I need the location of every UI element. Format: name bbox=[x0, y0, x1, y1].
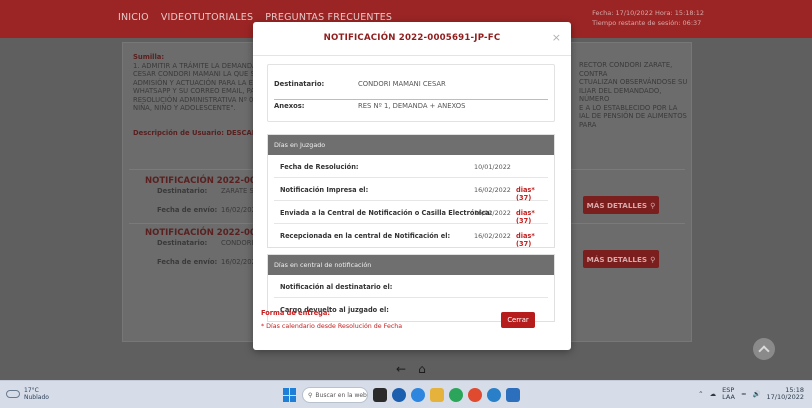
fecha-envio-label: Fecha de envío: bbox=[157, 258, 218, 266]
weather-temp: 17°C bbox=[24, 387, 39, 394]
sumilla-line: CESAR CONDORI MAMANI LA QUE SE TR bbox=[133, 70, 271, 78]
sumilla-right-line: ILIAR DEL DEMANDADO, NÚMERO bbox=[579, 86, 662, 104]
back-arrow-icon[interactable]: ← bbox=[396, 362, 406, 376]
app-icon[interactable] bbox=[487, 388, 501, 402]
row-date: 16/02/2022 bbox=[474, 209, 511, 217]
sumilla-label: Sumilla: bbox=[133, 53, 165, 61]
forma-entrega-label: Forma de entrega: bbox=[261, 309, 330, 317]
destinatario-label: Destinatario: bbox=[157, 239, 208, 247]
sumilla-right-line: IAL DE PENSIÓN DE ALIMENTOS PARA bbox=[579, 112, 687, 129]
nav-videotutoriales[interactable]: VIDEOTUTORIALES bbox=[161, 12, 253, 23]
mail-icon[interactable] bbox=[506, 388, 520, 402]
taskbar-search[interactable]: ⚲ Buscar en la web bbox=[302, 387, 368, 403]
row-dias: dias*(37) bbox=[516, 186, 535, 202]
wifi-icon[interactable]: ≈ bbox=[741, 390, 746, 398]
notificacion-destinatario-row: Notificación al destinatario el: bbox=[274, 275, 548, 298]
row-date: 16/02/2022 bbox=[474, 186, 511, 194]
notification-modal: NOTIFICACIÓN 2022-0005691-JP-FC × Destin… bbox=[253, 22, 571, 350]
anexos-row: Anexos: RES Nº 1, DEMANDA + ANEXOS bbox=[274, 102, 548, 121]
mas-detalles-label: MÁS DETALLES bbox=[586, 254, 648, 264]
task-view-icon[interactable] bbox=[373, 388, 387, 402]
section-header: Días en Juzgado bbox=[268, 135, 554, 155]
windows-taskbar: 17°C Nublado ⚲ Buscar en la web ⌃ ☁ ESP … bbox=[0, 380, 812, 408]
sumilla-right-line: RECTOR CONDORI ZARATE, CONTRA bbox=[579, 61, 673, 78]
sumilla-line: ADMISIÓN Y ACTUACIÓN PARA LA ETAP bbox=[133, 78, 266, 87]
cloud-icon bbox=[6, 390, 20, 398]
anexos-value: RES Nº 1, DEMANDA + ANEXOS bbox=[358, 102, 466, 110]
chrome-icon[interactable] bbox=[468, 388, 482, 402]
fecha-envio-label: Fecha de envío: bbox=[157, 206, 218, 214]
chevron-up-icon[interactable]: ⌃ bbox=[698, 390, 703, 398]
sumilla-line: 1. ADMITIR A TRÁMITE LA DEMANDA DE bbox=[133, 61, 269, 70]
mas-detalles-label: MÁS DETALLES bbox=[586, 200, 648, 210]
modal-title: NOTIFICACIÓN 2022-0005691-JP-FC bbox=[323, 33, 501, 43]
row-dias: dias*(37) bbox=[516, 232, 535, 248]
mas-detalles-button[interactable]: MÁS DETALLES ⚲ bbox=[583, 250, 659, 268]
cortana-icon[interactable] bbox=[392, 388, 406, 402]
search-icon: ⚲ bbox=[308, 391, 313, 399]
sumilla-line: RESOLUCIÓN ADMINISTRATIVA Nº 0001 bbox=[133, 95, 267, 104]
system-tray: ⌃ ☁ ESP LAA ≈ 🔊 15:18 17/10/2022 bbox=[698, 387, 804, 401]
volume-icon[interactable]: 🔊 bbox=[752, 390, 760, 398]
close-icon[interactable]: × bbox=[552, 31, 561, 44]
session-remaining: Tiempo restante de sesión: 06:37 bbox=[592, 19, 702, 27]
mas-detalles-button[interactable]: MÁS DETALLES ⚲ bbox=[583, 196, 659, 214]
home-icon[interactable]: ⌂ bbox=[418, 362, 426, 376]
row-date: 10/01/2022 bbox=[474, 163, 511, 171]
clock-date: 17/10/2022 bbox=[766, 393, 804, 401]
sumilla-line: WHATSAPP Y SU CORREO EMAIL, PARA E bbox=[133, 87, 271, 95]
app-icon[interactable] bbox=[449, 388, 463, 402]
scroll-top-button[interactable] bbox=[753, 338, 775, 360]
sumilla-right-line: E A LO ESTABLECIDO POR LA bbox=[579, 103, 678, 112]
session-info: Fecha: 17/10/2022 Hora: 15:18:12 Tiempo … bbox=[592, 8, 704, 28]
row-label: Notificación Impresa el: bbox=[280, 186, 369, 194]
recipient-info-box: Destinatario: CONDORI MAMANI CESAR Anexo… bbox=[267, 64, 555, 122]
search-icon: ⚲ bbox=[650, 200, 656, 210]
weather-desc: Nublado bbox=[24, 394, 49, 401]
row-label: Fecha de Resolución: bbox=[280, 163, 359, 171]
taskbar-search-text: Buscar en la web bbox=[315, 391, 367, 399]
bottom-nav: ← ⌂ bbox=[396, 362, 426, 376]
edge-icon[interactable] bbox=[411, 388, 425, 402]
notificacion-impresa-row: Notificación Impresa el: 16/02/2022 dias… bbox=[274, 178, 548, 202]
taskbar-apps: ⚲ Buscar en la web bbox=[283, 387, 520, 403]
enviada-central-row: Enviada a la Central de Notificación o C… bbox=[274, 201, 548, 225]
modal-header: NOTIFICACIÓN 2022-0005691-JP-FC × bbox=[253, 22, 571, 56]
section-header: Días en central de notificación bbox=[268, 255, 554, 275]
row-date: 16/02/2022 bbox=[474, 232, 511, 240]
fecha-resolucion-row: Fecha de Resolución: 10/01/2022 bbox=[274, 155, 548, 178]
divider bbox=[274, 99, 548, 100]
recepcionada-central-row: Recepcionada en la central de Notificaci… bbox=[274, 224, 548, 248]
search-icon: ⚲ bbox=[650, 254, 656, 264]
sumilla-right-line: CTUALIZAN OBSERVÁNDOSE SU bbox=[579, 78, 688, 86]
cerrar-button[interactable]: Cerrar bbox=[501, 312, 535, 328]
destinatario-label: Destinatario: bbox=[274, 80, 325, 88]
row-label: Notificación al destinatario el: bbox=[280, 283, 393, 291]
nav-inicio[interactable]: INICIO bbox=[118, 12, 149, 23]
language-variant: LAA bbox=[722, 393, 735, 401]
sumilla-line: NIÑA, NIÑO Y ADOLESCENTE". bbox=[133, 104, 236, 112]
destinatario-label: Destinatario: bbox=[157, 187, 208, 195]
dias-juzgado-section: Días en Juzgado Fecha de Resolución: 10/… bbox=[267, 134, 555, 248]
weather-widget[interactable]: 17°C Nublado bbox=[6, 387, 49, 401]
file-explorer-icon[interactable] bbox=[430, 388, 444, 402]
dias-calendario-note: * Días calendario desde Resolución de Fe… bbox=[261, 323, 403, 330]
row-label: Enviada a la Central de Notificación o C… bbox=[280, 209, 493, 217]
destinatario-value: CONDORI MAMANI CESAR bbox=[358, 80, 446, 88]
row-label: Recepcionada en la central de Notificaci… bbox=[280, 232, 451, 240]
cloud-sync-icon[interactable]: ☁ bbox=[710, 390, 717, 398]
row-dias: dias*(37) bbox=[516, 209, 535, 225]
session-date: Fecha: 17/10/2022 Hora: 15:18:12 bbox=[592, 9, 704, 17]
anexos-label: Anexos: bbox=[274, 102, 305, 110]
destinatario-row: Destinatario: CONDORI MAMANI CESAR bbox=[274, 75, 548, 93]
windows-start-icon[interactable] bbox=[283, 388, 297, 402]
